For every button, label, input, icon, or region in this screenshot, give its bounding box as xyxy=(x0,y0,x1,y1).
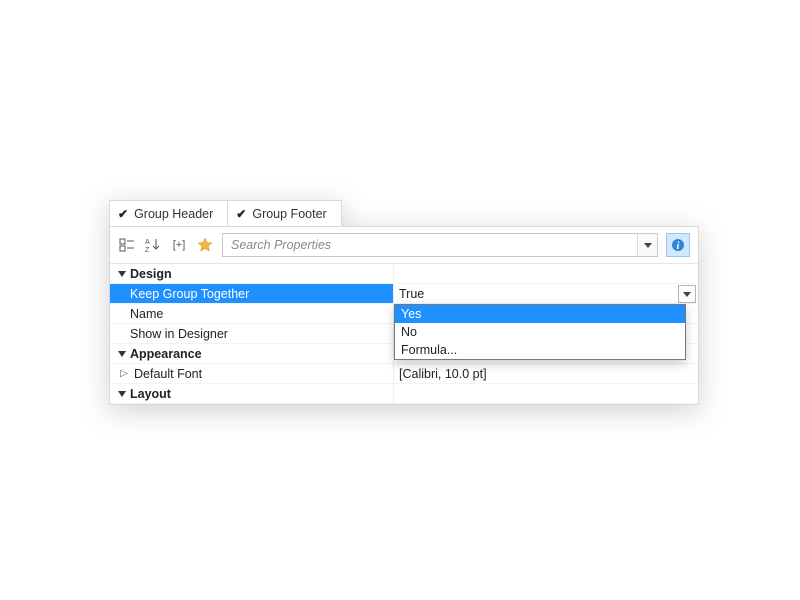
property-grid: Design Keep Group Together True Name xyxy=(110,264,698,404)
prop-default-font[interactable]: ▷ Default Font [Calibri, 10.0 pt] xyxy=(110,364,698,384)
caret-down-icon xyxy=(116,268,128,280)
caret-right-icon[interactable]: ▷ xyxy=(118,368,130,380)
property-name: Show in Designer xyxy=(130,327,228,341)
property-name: Keep Group Together xyxy=(130,287,249,301)
category-layout[interactable]: Layout xyxy=(110,384,698,404)
property-name: Name xyxy=(130,307,163,321)
category-label: Appearance xyxy=(130,347,202,361)
category-value xyxy=(393,264,698,284)
check-icon: ✔ xyxy=(118,207,128,221)
dropdown-option-no[interactable]: No xyxy=(395,323,685,341)
category-label: Layout xyxy=(130,387,171,401)
value-dropdown: Yes No Formula... xyxy=(394,304,686,360)
tab-group-footer[interactable]: ✔ Group Footer xyxy=(228,200,341,226)
favorites-icon[interactable] xyxy=(196,236,214,254)
expand-icon[interactable]: [+] xyxy=(170,236,188,254)
panel-body: AZ [+] i Des xyxy=(109,226,699,405)
info-button[interactable]: i xyxy=(666,233,690,257)
search-input[interactable] xyxy=(223,234,637,256)
tab-label: Group Header xyxy=(134,207,213,221)
search-field[interactable] xyxy=(222,233,658,257)
caret-down-icon xyxy=(116,348,128,360)
dropdown-option-formula[interactable]: Formula... xyxy=(395,341,685,359)
option-label: Yes xyxy=(401,307,421,321)
chevron-down-icon xyxy=(644,243,652,248)
chevron-down-icon xyxy=(683,292,691,297)
tab-strip: ✔ Group Header ✔ Group Footer xyxy=(109,200,699,226)
property-value: True xyxy=(399,287,424,301)
property-value-cell[interactable]: [Calibri, 10.0 pt] xyxy=(393,364,698,384)
tab-group-header[interactable]: ✔ Group Header xyxy=(109,200,228,226)
tab-label: Group Footer xyxy=(252,207,326,221)
property-value: [Calibri, 10.0 pt] xyxy=(399,367,487,381)
category-value xyxy=(393,384,698,404)
search-dropdown-button[interactable] xyxy=(637,234,657,256)
categorized-icon[interactable] xyxy=(118,236,136,254)
check-icon: ✔ xyxy=(236,207,246,221)
category-label: Design xyxy=(130,267,172,281)
value-dropdown-button[interactable] xyxy=(678,285,696,303)
prop-keep-group-together[interactable]: Keep Group Together True xyxy=(110,284,698,304)
toolbar: AZ [+] i xyxy=(110,227,698,264)
info-icon: i xyxy=(671,238,685,252)
option-label: No xyxy=(401,325,417,339)
svg-text:Z: Z xyxy=(145,247,150,253)
alphabetical-icon[interactable]: AZ xyxy=(144,236,162,254)
category-design[interactable]: Design xyxy=(110,264,698,284)
property-value-cell[interactable]: True xyxy=(393,284,698,304)
svg-text:i: i xyxy=(677,241,680,252)
caret-down-icon xyxy=(116,388,128,400)
property-name: Default Font xyxy=(134,367,202,381)
properties-panel: ✔ Group Header ✔ Group Footer AZ [+] xyxy=(109,200,699,405)
dropdown-option-yes[interactable]: Yes xyxy=(395,305,685,323)
svg-text:A: A xyxy=(145,239,150,246)
option-label: Formula... xyxy=(401,343,457,357)
